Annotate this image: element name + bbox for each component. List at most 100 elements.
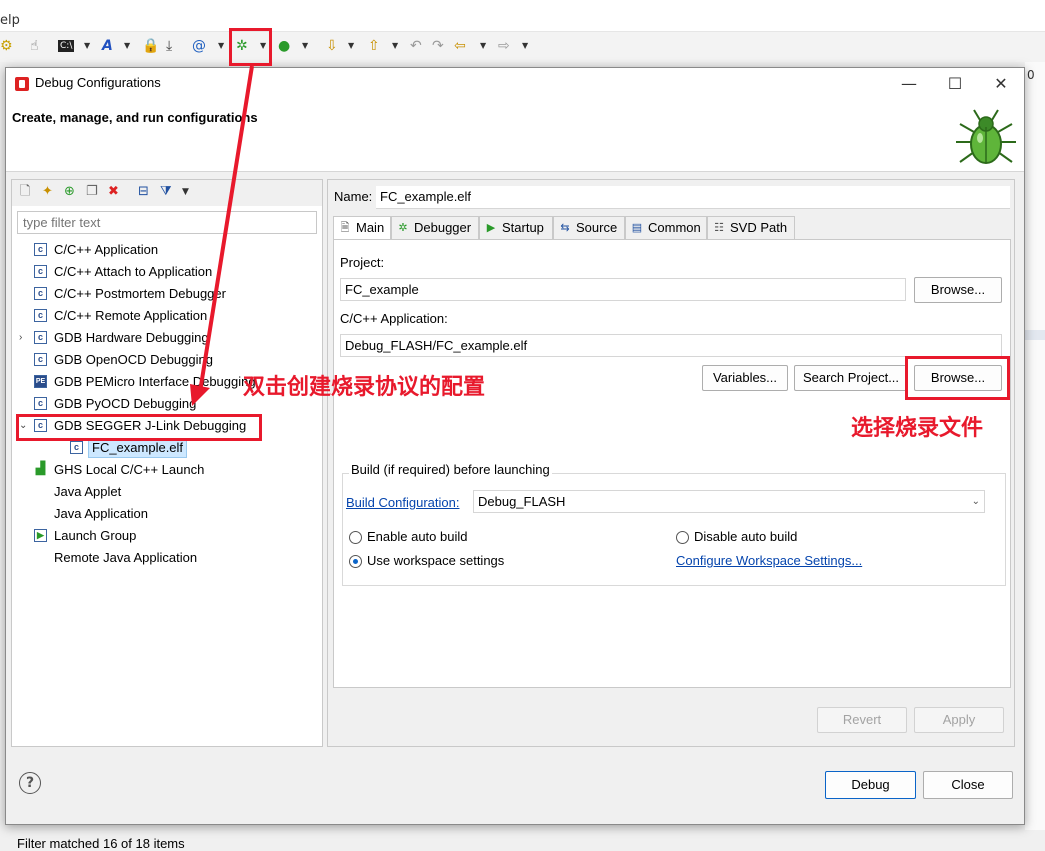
forward-dropdown-icon[interactable]: ▼	[522, 36, 528, 56]
tab-debugger[interactable]: ✲ Debugger	[391, 216, 479, 240]
close-window-button[interactable]: ✕	[978, 68, 1024, 100]
editor-edge	[1025, 62, 1045, 830]
apply-button[interactable]: Apply	[914, 707, 1004, 733]
build-group: Build (if required) before launching Bui…	[342, 462, 1006, 586]
editor-highlight-line	[1025, 330, 1045, 340]
expand-right-icon[interactable]: ›	[19, 327, 22, 349]
c-launch-icon: c	[34, 265, 47, 278]
ghs-icon: ▟	[34, 461, 47, 476]
revert-button[interactable]: Revert	[817, 707, 907, 733]
tree-item-label: C/C++ Attach to Application	[54, 264, 213, 279]
tree-item-label: C/C++ Remote Application	[54, 308, 208, 323]
export-icon[interactable]: ⊕	[64, 184, 75, 200]
tree-item-label: GDB OpenOCD Debugging	[54, 352, 213, 367]
next-edit-icon[interactable]: ↷	[432, 36, 444, 56]
main-tab-content: Project: FC_example Browse... C/C++ Appl…	[333, 239, 1011, 688]
collapse-all-icon[interactable]: ⊟	[138, 184, 149, 200]
build-group-label: Build (if required) before launching	[349, 462, 552, 477]
tree-item[interactable]: › c GDB Hardware Debugging	[12, 327, 322, 349]
tree-item-label: Java Application	[54, 506, 148, 521]
minimize-button[interactable]: —	[886, 68, 932, 100]
next-annotation-icon[interactable]: ⇩	[326, 36, 338, 56]
tab-svd-path[interactable]: ☷ SVD Path	[707, 216, 795, 240]
enable-auto-build-radio[interactable]	[349, 531, 362, 544]
name-field[interactable]: FC_example.elf	[376, 186, 1010, 209]
new-prototype-icon[interactable]: ✦	[42, 184, 53, 200]
hand-icon[interactable]: ☝	[30, 36, 39, 56]
tree-item[interactable]: c C/C++ Application	[12, 239, 322, 261]
tab-main[interactable]: 🗎 Main	[333, 216, 391, 240]
segger-item-highlight	[16, 414, 262, 441]
delete-icon[interactable]: ✖	[108, 184, 119, 200]
configuration-tree-panel: 🗋 ✦ ⊕ ❐ ✖ ⊟ ⧩ ▼ c C/C++ Application c C/C++…	[11, 179, 323, 851]
prev-annotation-dropdown-icon[interactable]: ▼	[392, 36, 398, 56]
c-launch-icon: c	[34, 309, 47, 322]
pemicro-icon: PE	[34, 375, 47, 388]
c-launch-icon: c	[34, 243, 47, 256]
debug-toolbar-highlight	[229, 28, 272, 66]
configure-workspace-link[interactable]: Configure Workspace Settings...	[676, 553, 862, 568]
back-dropdown-icon[interactable]: ▼	[480, 36, 486, 56]
help-icon[interactable]: ?	[19, 772, 41, 794]
tree-item-label: Remote Java Application	[54, 550, 198, 565]
duplicate-icon[interactable]: ❐	[86, 184, 98, 200]
variables-button[interactable]: Variables...	[702, 365, 788, 391]
prev-annotation-icon[interactable]: ⇧	[368, 36, 380, 56]
tree-item[interactable]: c C/C++ Remote Application	[12, 305, 322, 327]
download-icon[interactable]: ⤓	[166, 36, 172, 56]
application-field[interactable]: Debug_FLASH/FC_example.elf	[340, 334, 1002, 357]
filter-status: Filter matched 16 of 18 items	[17, 836, 185, 851]
tab-common[interactable]: ▤ Common	[625, 216, 707, 240]
filter-icon[interactable]: ⧩	[160, 184, 172, 200]
application-label: C/C++ Application:	[340, 311, 448, 326]
search-project-button[interactable]: Search Project...	[794, 365, 908, 391]
run-dropdown-icon[interactable]: ▼	[302, 36, 308, 56]
font-dropdown-icon[interactable]: ▼	[124, 36, 130, 56]
tree-item[interactable]: c GDB OpenOCD Debugging	[12, 349, 322, 371]
back-icon[interactable]: ⇦	[454, 36, 466, 56]
new-config-icon[interactable]: 🗋	[20, 184, 30, 200]
tree-item-label: Java Applet	[54, 484, 122, 499]
disable-auto-build-radio[interactable]	[676, 531, 689, 544]
tree-item[interactable]: ▟ GHS Local C/C++ Launch	[12, 459, 322, 481]
build-configuration-link[interactable]: Build Configuration:	[346, 495, 459, 510]
filter-input[interactable]	[17, 211, 317, 234]
disable-auto-build-label: Disable auto build	[694, 529, 798, 544]
last-edit-icon[interactable]: ↶	[410, 36, 422, 56]
select-file-annotation: 选择烧录文件	[851, 416, 984, 441]
tree-item[interactable]: ▶ Launch Group	[12, 525, 322, 547]
tab-source[interactable]: ⇆ Source	[553, 216, 625, 240]
forward-icon[interactable]: ⇨	[498, 36, 510, 56]
app-icon	[15, 77, 29, 91]
tab-startup[interactable]: ▶ Startup	[479, 216, 553, 240]
close-button[interactable]: Close	[923, 771, 1013, 799]
terminal-dropdown-icon[interactable]: ▼	[84, 36, 90, 56]
maximize-button[interactable]: ☐	[932, 68, 978, 100]
at-icon[interactable]: @	[192, 36, 206, 56]
lock-icon[interactable]: 🔒	[142, 36, 159, 56]
next-annotation-dropdown-icon[interactable]: ▼	[348, 36, 354, 56]
c-launch-icon: c	[34, 353, 47, 366]
run-icon[interactable]: ●	[278, 36, 290, 56]
at-dropdown-icon[interactable]: ▼	[218, 36, 224, 56]
browse-project-button[interactable]: Browse...	[914, 277, 1002, 303]
project-field[interactable]: FC_example	[340, 278, 906, 301]
tree-item[interactable]: Remote Java Application	[12, 547, 322, 569]
font-icon[interactable]: A	[102, 36, 113, 56]
launch-group-icon: ▶	[34, 529, 47, 542]
terminal-icon[interactable]: C:\	[58, 40, 75, 52]
tree-item[interactable]: Java Applet	[12, 481, 322, 503]
use-workspace-radio[interactable]	[349, 555, 362, 568]
debug-button[interactable]: Debug	[825, 771, 916, 799]
menu-help-fragment[interactable]: elp	[0, 13, 20, 28]
build-configuration-select[interactable]: Debug_FLASH ⌄	[473, 490, 985, 513]
tree-item[interactable]: Java Application	[12, 503, 322, 525]
enable-auto-build-label: Enable auto build	[367, 529, 468, 544]
tree-item-label: GDB PyOCD Debugging	[54, 396, 197, 411]
tree-item[interactable]: c C/C++ Postmortem Debugger	[12, 283, 322, 305]
project-label: Project:	[340, 255, 385, 270]
tree-item-label: C/C++ Postmortem Debugger	[54, 286, 226, 301]
tool-icon[interactable]: ⚙	[0, 36, 13, 56]
tree-item[interactable]: c C/C++ Attach to Application	[12, 261, 322, 283]
view-menu-icon[interactable]: ▼	[182, 184, 189, 200]
